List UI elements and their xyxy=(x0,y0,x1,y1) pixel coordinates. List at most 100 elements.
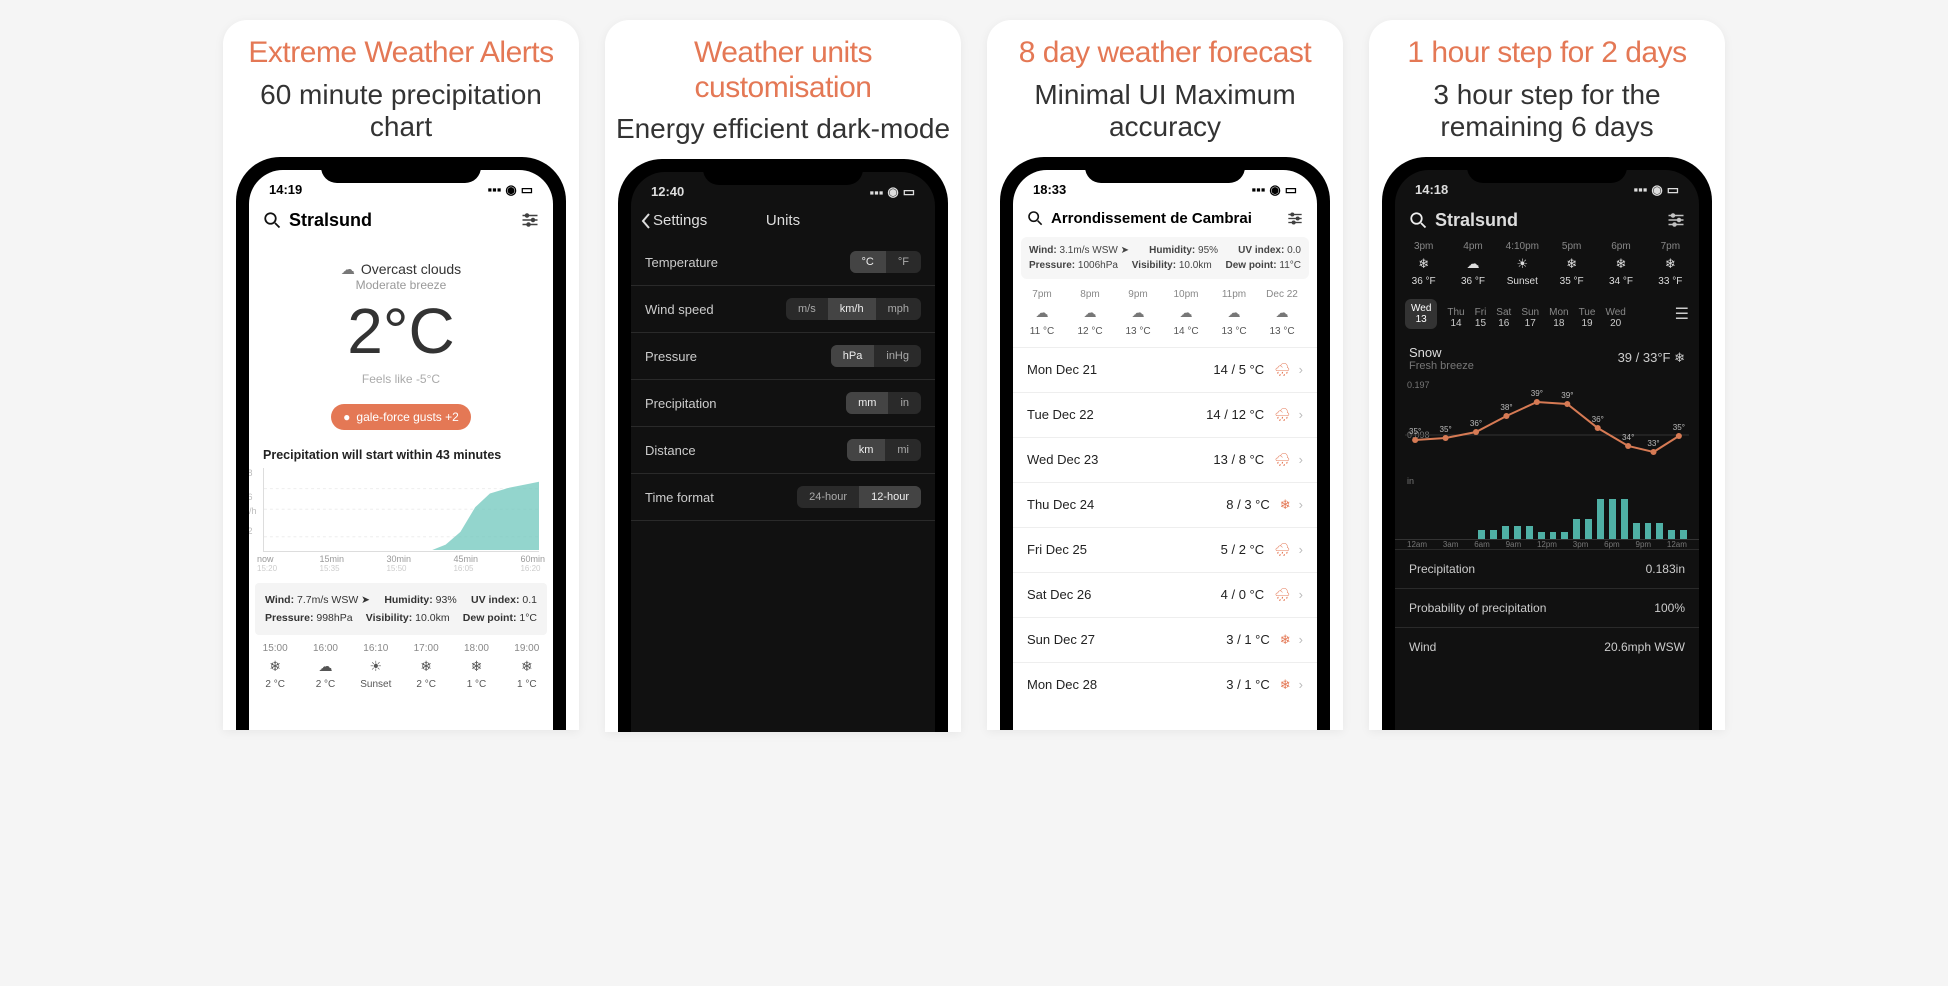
forecast-day-row[interactable]: Thu Dec 248 / 3 °C❄› xyxy=(1013,482,1317,527)
signal-icon: ▪▪▪ xyxy=(870,185,884,200)
search-icon[interactable] xyxy=(1027,210,1043,226)
precip-bar xyxy=(1550,532,1557,539)
chart-xlabels: now15:2015min15:3530min15:5045min16:0560… xyxy=(249,552,553,573)
hour-column[interactable]: 3pm❄36 °F xyxy=(1403,241,1444,287)
settings-icon[interactable] xyxy=(521,213,539,227)
day-pill[interactable]: Sun17 xyxy=(1521,307,1539,329)
card-subtitle: 3 hour step for the remaining 6 days xyxy=(1377,79,1717,143)
list-view-icon[interactable]: ☰ xyxy=(1675,304,1689,324)
promo-card-1: Extreme Weather Alerts 60 minute precipi… xyxy=(223,20,579,730)
location-title[interactable]: Arrondissement de Cambrai xyxy=(1051,210,1279,227)
segment-option[interactable]: °C xyxy=(850,251,886,273)
signal-icon: ▪▪▪ xyxy=(1252,182,1266,197)
hour-column[interactable]: 9pm☁13 °C xyxy=(1117,289,1159,337)
hour-column[interactable]: 16:00☁2 °C xyxy=(307,643,343,690)
condition-text: Snow xyxy=(1409,345,1474,360)
hour-column[interactable]: 4pm☁36 °F xyxy=(1452,241,1493,287)
humidity-label: Humidity: xyxy=(1149,245,1195,256)
day-pill[interactable]: Wed13 xyxy=(1405,299,1437,329)
segment-option[interactable]: inHg xyxy=(874,345,921,367)
segment-option[interactable]: mm xyxy=(846,392,888,414)
x-label: 6pm xyxy=(1604,540,1620,549)
settings-row: Precipitationmmin xyxy=(631,380,935,427)
settings-row: Distancekmmi xyxy=(631,427,935,474)
location-title[interactable]: Stralsund xyxy=(1435,210,1659,231)
day-pill[interactable]: Mon18 xyxy=(1549,307,1568,329)
segment-option[interactable]: hPa xyxy=(831,345,875,367)
segmented-control[interactable]: hPainHg xyxy=(831,345,921,367)
search-icon[interactable] xyxy=(263,211,281,229)
segmented-control[interactable]: °C°F xyxy=(850,251,921,273)
settings-icon[interactable] xyxy=(1667,213,1685,227)
day-pill[interactable]: Tue19 xyxy=(1579,307,1596,329)
segmented-control[interactable]: m/skm/hmph xyxy=(786,298,921,320)
weather-alert-chip[interactable]: ● gale-force gusts +2 xyxy=(331,404,471,430)
segmented-control[interactable]: 24-hour12-hour xyxy=(797,486,921,508)
segmented-control[interactable]: mmin xyxy=(846,392,921,414)
precip-bar xyxy=(1633,523,1640,538)
search-icon[interactable] xyxy=(1409,211,1427,229)
card-title: Extreme Weather Alerts xyxy=(248,36,553,71)
location-title[interactable]: Stralsund xyxy=(289,210,513,231)
day-pill[interactable]: Wed20 xyxy=(1605,307,1625,329)
forecast-day-row[interactable]: Fri Dec 255 / 2 °C🌧› xyxy=(1013,527,1317,572)
humidity-value: 95% xyxy=(1198,245,1218,256)
day-pill[interactable]: Fri15 xyxy=(1475,307,1487,329)
card-title: 1 hour step for 2 days xyxy=(1407,36,1686,71)
chevron-right-icon: › xyxy=(1299,407,1303,422)
x-label: 30min15:50 xyxy=(386,554,411,573)
svg-text:36°: 36° xyxy=(1470,419,1482,428)
hour-column[interactable]: 17:00❄2 °C xyxy=(408,643,444,690)
precip-bar xyxy=(1668,530,1675,539)
segment-option[interactable]: mi xyxy=(885,439,921,461)
forecast-day-row[interactable]: Mon Dec 2114 / 5 °C🌧› xyxy=(1013,347,1317,392)
precip-bar xyxy=(1597,499,1604,539)
hour-column[interactable]: 7pm❄33 °F xyxy=(1650,241,1691,287)
forecast-day-row[interactable]: Wed Dec 2313 / 8 °C🌧› xyxy=(1013,437,1317,482)
segment-option[interactable]: km/h xyxy=(828,298,876,320)
segment-option[interactable]: °F xyxy=(886,251,921,273)
segment-option[interactable]: 24-hour xyxy=(797,486,859,508)
x-label: 12am xyxy=(1667,540,1687,549)
phone-screen: 12:40 ▪▪▪ ◉ ▭ Settings Units Temperature… xyxy=(631,172,935,732)
hour-column[interactable]: 15:00❄2 °C xyxy=(257,643,293,690)
hour-column[interactable]: 16:10☀Sunset xyxy=(358,643,394,690)
precip-bar xyxy=(1609,499,1616,539)
segment-option[interactable]: 12-hour xyxy=(859,486,921,508)
day-pill[interactable]: Sat16 xyxy=(1496,307,1511,329)
segment-option[interactable]: mph xyxy=(876,298,921,320)
back-button[interactable]: Settings xyxy=(641,212,707,229)
metrics-box: Wind: 7.7m/s WSW ➤ Humidity: 93% UV inde… xyxy=(255,583,547,635)
hour-column[interactable]: 19:00❄1 °C xyxy=(509,643,545,690)
hourly-forecast-row[interactable]: 3pm❄36 °F4pm☁36 °F4:10pm☀Sunset5pm❄35 °F… xyxy=(1395,237,1699,293)
hour-column[interactable]: 8pm☁12 °C xyxy=(1069,289,1111,337)
hour-column[interactable]: 5pm❄35 °F xyxy=(1551,241,1592,287)
setting-label: Temperature xyxy=(645,255,718,270)
segment-option[interactable]: km xyxy=(847,439,886,461)
forecast-day-row[interactable]: Tue Dec 2214 / 12 °C🌧› xyxy=(1013,392,1317,437)
segmented-control[interactable]: kmmi xyxy=(847,439,921,461)
chevron-right-icon: › xyxy=(1299,452,1303,467)
phone-screen: 14:18 ▪▪▪ ◉ ▭ Stralsund 3pm❄36 °F4pm☁36 … xyxy=(1395,170,1699,730)
day-selector-row[interactable]: Wed13 Thu14 Fri15 Sat16 Sun17 Mon18 Tue19 Wed20… xyxy=(1395,293,1699,335)
hour-column[interactable]: 18:00❄1 °C xyxy=(458,643,494,690)
forecast-day-row[interactable]: Sun Dec 273 / 1 °C❄› xyxy=(1013,617,1317,662)
hour-column[interactable]: Dec 22☁13 °C xyxy=(1261,289,1303,337)
segment-option[interactable]: in xyxy=(888,392,921,414)
settings-icon[interactable] xyxy=(1287,212,1303,225)
day-summary: Snow Fresh breeze 39 / 33°F ❄ xyxy=(1395,335,1699,374)
temperature-line-chart: 0.197 0.098 in 35°35°36°38°39°39°36°34°3… xyxy=(1405,380,1689,490)
pressure-label: Pressure: xyxy=(265,612,313,624)
hour-column[interactable]: 7pm☁11 °C xyxy=(1021,289,1063,337)
hour-column[interactable]: 6pm❄34 °F xyxy=(1600,241,1641,287)
hour-column[interactable]: 11pm☁13 °C xyxy=(1213,289,1255,337)
hourly-forecast-row[interactable]: 15:00❄2 °C 16:00☁2 °C 16:10☀Sunset 17:00❄2 … xyxy=(249,635,553,690)
forecast-day-row[interactable]: Sat Dec 264 / 0 °C🌧› xyxy=(1013,572,1317,617)
hourly-forecast-row[interactable]: 7pm☁11 °C8pm☁12 °C9pm☁13 °C10pm☁14 °C11p… xyxy=(1013,279,1317,347)
day-pill[interactable]: Thu14 xyxy=(1447,307,1464,329)
chevron-right-icon: › xyxy=(1299,497,1303,512)
hour-column[interactable]: 4:10pm☀Sunset xyxy=(1502,241,1543,287)
segment-option[interactable]: m/s xyxy=(786,298,828,320)
hour-column[interactable]: 10pm☁14 °C xyxy=(1165,289,1207,337)
forecast-day-row[interactable]: Mon Dec 283 / 1 °C❄› xyxy=(1013,662,1317,707)
